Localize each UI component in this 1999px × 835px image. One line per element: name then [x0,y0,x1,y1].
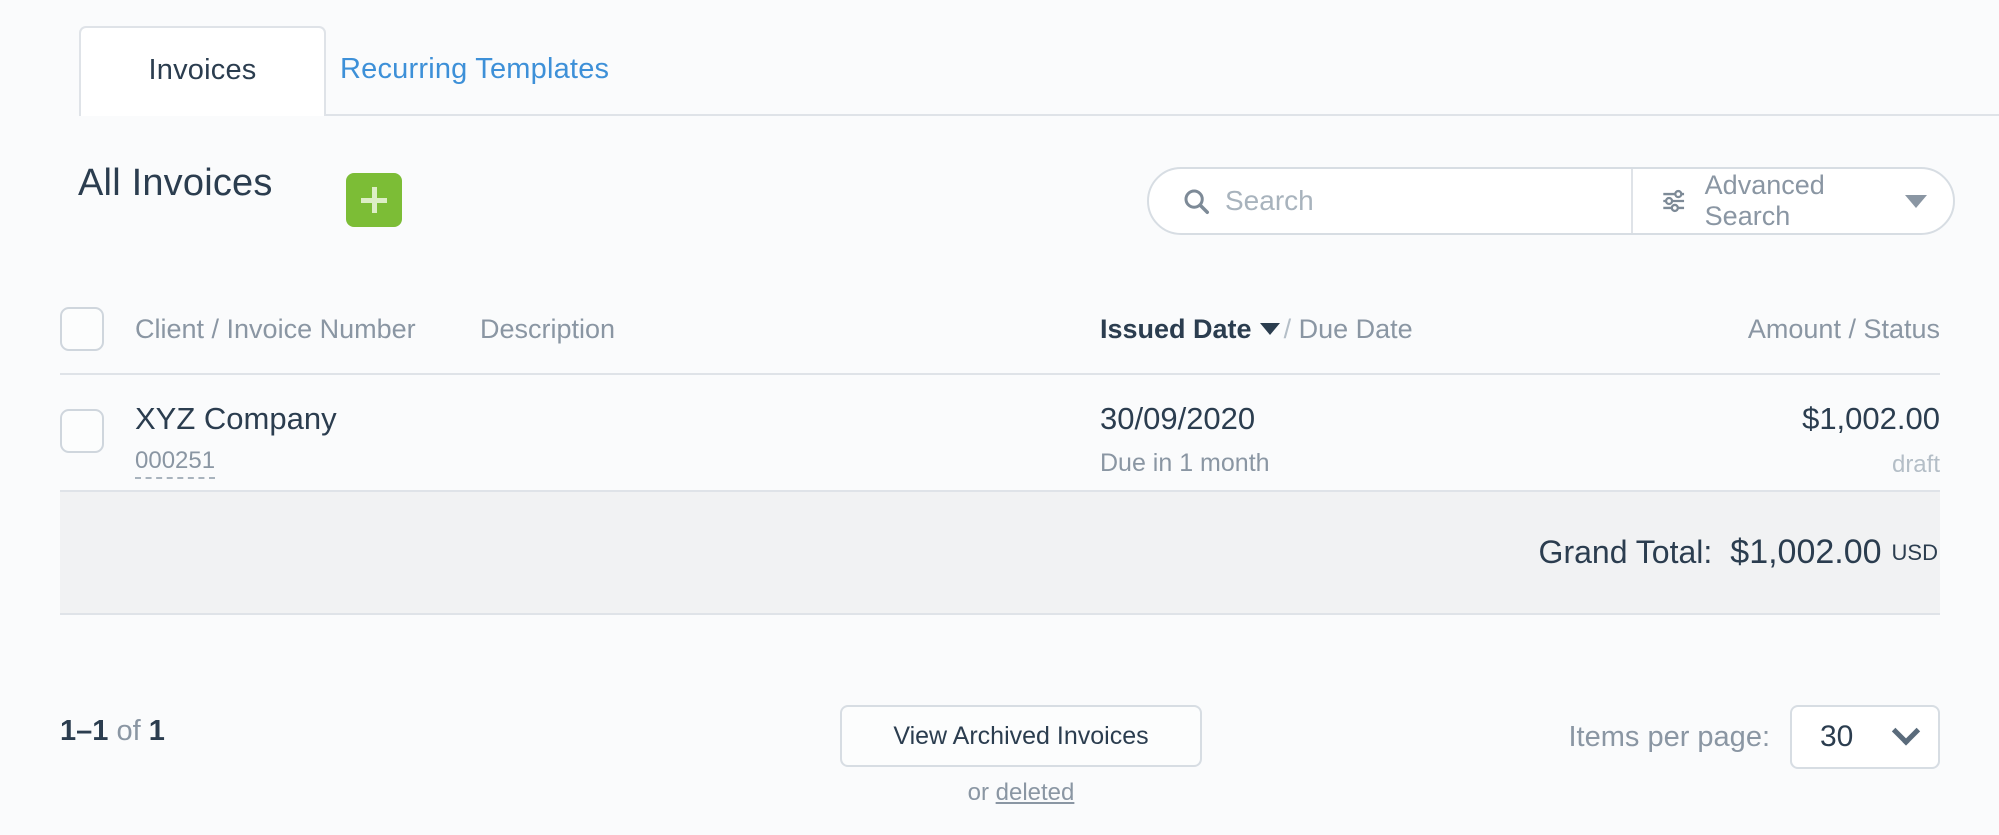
plus-icon [361,187,387,213]
select-all-checkbox[interactable] [60,307,104,351]
invoices-table: Client / Invoice Number Description Issu… [60,285,1940,615]
chevron-down-icon [1891,717,1921,746]
column-header-client[interactable]: Client / Invoice Number [135,314,480,345]
sliders-icon [1663,189,1685,213]
row-status-badge: draft [1891,450,1940,478]
items-per-page-label: Items per page: [1568,720,1771,753]
advanced-search-button[interactable]: Advanced Search [1633,169,1953,233]
sort-caret-down-icon [1259,322,1280,335]
row-checkbox[interactable] [60,409,104,453]
tab-bar: Invoices Recurring Templates [0,0,1999,116]
row-amount: $1,002.00 [1802,401,1940,436]
table-header-row: Client / Invoice Number Description Issu… [60,285,1940,375]
pagination-range: 1–1 [60,715,109,747]
column-header-dates: Issued Date / Due Date [1090,314,1560,345]
column-header-amount-status[interactable]: Amount / Status [1560,314,1940,345]
page-title: All Invoices [78,162,273,204]
search-icon [1184,189,1209,214]
row-client-name: XYZ Company [135,401,337,436]
row-amount-cell: $1,002.00 draft [1560,401,1940,479]
tab-invoices[interactable]: Invoices [79,26,326,116]
items-per-page-group: Items per page: 30 [1568,705,1940,769]
invoices-page: Invoices Recurring Templates All Invoice… [0,0,1999,835]
advanced-search-label: Advanced Search [1704,170,1825,231]
table-row[interactable]: XYZ Company 000251 30/09/2020 Due in 1 m… [60,375,1940,490]
search-bar: Advanced Search [1147,167,1955,235]
tab-invoices-label: Invoices [148,53,257,86]
row-due-text: Due in 1 month [1100,448,1270,477]
pagination-of: of [116,715,141,747]
search-input[interactable] [1225,185,1625,217]
caret-down-icon [1905,194,1927,208]
deleted-line: or deleted [840,779,1202,807]
row-invoice-number[interactable]: 000251 [135,447,216,479]
row-select-cell [60,401,135,453]
view-deleted-link[interactable]: deleted [996,779,1075,806]
archived-section: View Archived Invoices or deleted [840,705,1202,807]
deleted-or-text: or [967,779,989,806]
pagination-total: 1 [148,715,165,747]
grand-total-label: Grand Total: [1538,534,1713,570]
row-date-cell: 30/09/2020 Due in 1 month [1090,401,1560,478]
column-header-date-separator: / [1283,313,1292,344]
column-header-description[interactable]: Description [480,314,1090,345]
view-archived-invoices-button[interactable]: View Archived Invoices [840,705,1202,767]
list-header: All Invoices A [0,150,1999,260]
items-per-page-select[interactable]: 30 [1790,705,1940,769]
row-issued-date: 30/09/2020 [1100,401,1256,436]
column-header-issued-date[interactable]: Issued Date [1100,314,1252,344]
row-client-cell: XYZ Company 000251 [135,401,480,479]
grand-total-row: Grand Total: $1,002.00 USD [60,490,1940,615]
grand-total-amount: $1,002.00 [1730,533,1882,571]
select-all-cell [60,307,135,351]
column-header-due-date[interactable]: Due Date [1299,314,1413,344]
grand-total-currency: USD [1891,539,1938,565]
search-field-group [1149,169,1633,233]
tab-recurring-templates[interactable]: Recurring Templates [340,26,660,116]
add-invoice-button[interactable] [346,173,402,227]
tab-recurring-templates-label: Recurring Templates [340,52,610,85]
pagination-summary: 1–1 of 1 [60,715,165,748]
items-per-page-value: 30 [1820,720,1854,753]
table-footer: 1–1 of 1 View Archived Invoices or delet… [60,705,1940,835]
